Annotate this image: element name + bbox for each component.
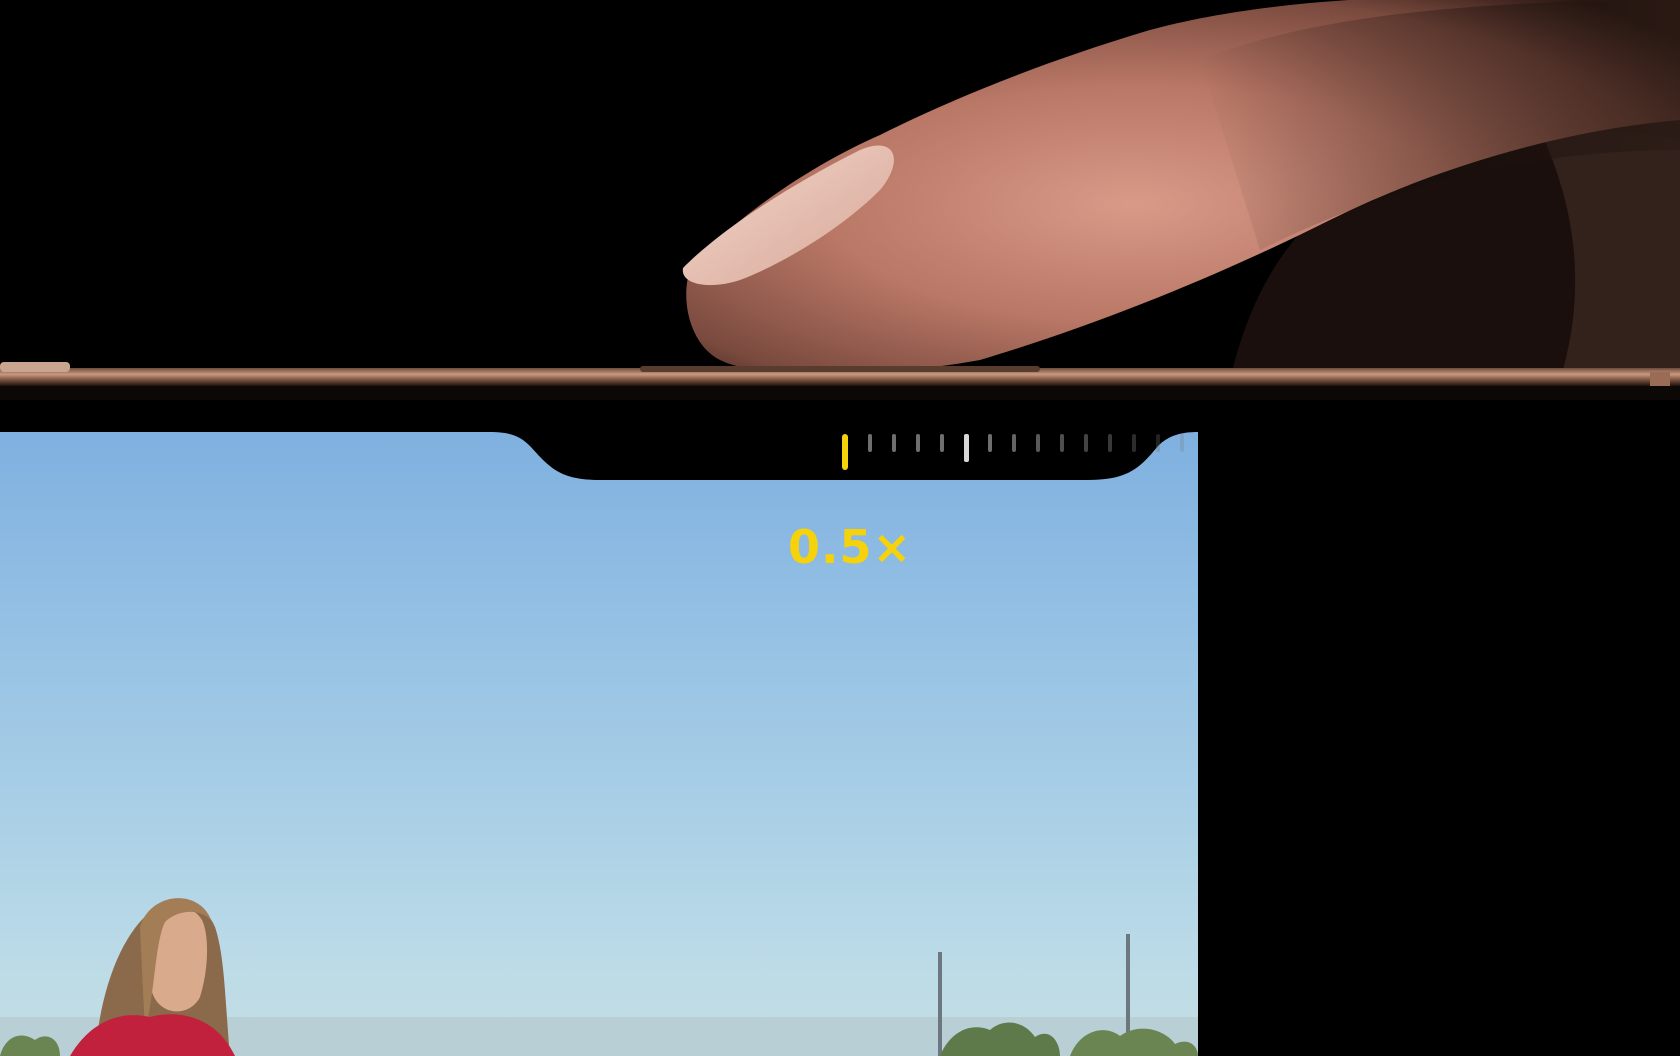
- camera-control-button[interactable]: [640, 366, 1040, 372]
- zoom-tick: [940, 434, 944, 452]
- zoom-active-tick: [842, 434, 848, 470]
- zoom-tick: [1036, 434, 1040, 452]
- zoom-tick: [988, 434, 992, 452]
- zoom-tick: [1012, 434, 1016, 452]
- zoom-tick: [1156, 434, 1160, 452]
- zoom-tick: [1180, 434, 1184, 452]
- zoom-tick: [1060, 434, 1064, 452]
- zoom-tick: [964, 434, 969, 462]
- zoom-level-label: 0.5×: [787, 520, 913, 574]
- camera-viewfinder: [0, 432, 1198, 1056]
- zoom-tick: [1132, 434, 1136, 452]
- zoom-tick: [1084, 434, 1088, 452]
- zoom-tick: [916, 434, 920, 452]
- phone-side-frame: [0, 362, 1680, 400]
- viewfinder-scene: [0, 898, 1198, 1056]
- person-photo-subject: [70, 898, 235, 1056]
- camera-control-scene: 0.5×: [0, 0, 1680, 1056]
- camera-control-overlay: [490, 412, 1198, 480]
- zoom-tick: [1108, 434, 1112, 452]
- finger-touch-icon: [682, 0, 1680, 380]
- zoom-tick: [868, 434, 872, 452]
- zoom-tick: [892, 434, 896, 452]
